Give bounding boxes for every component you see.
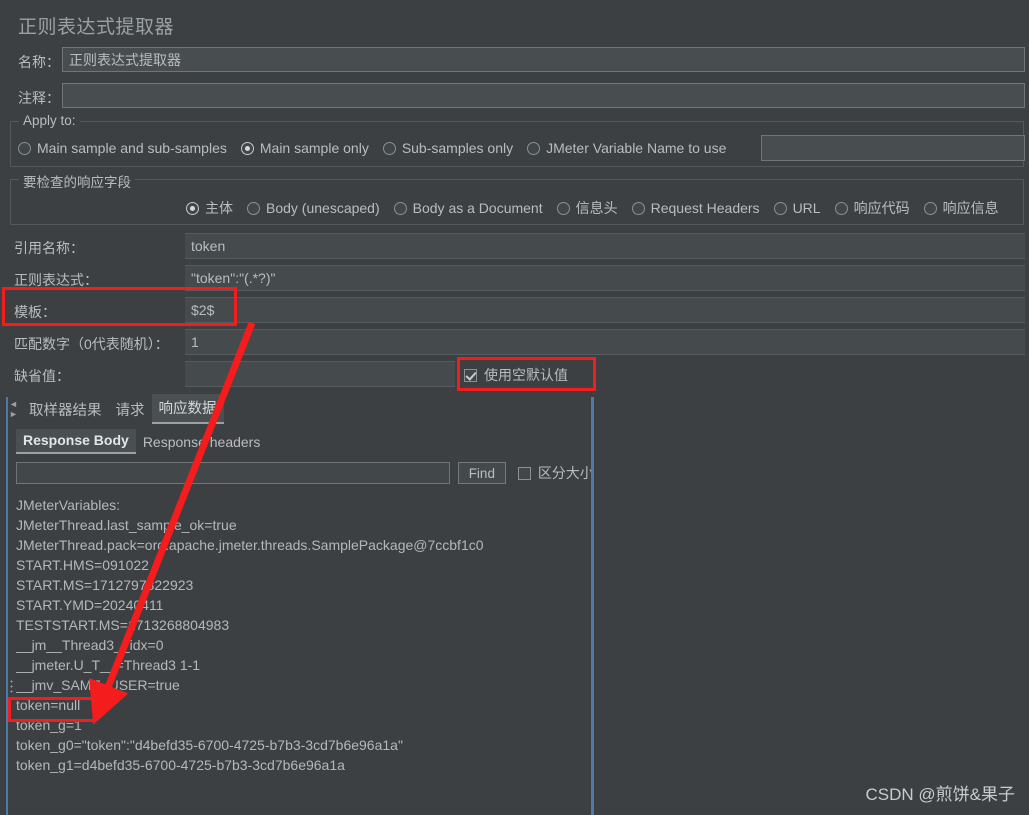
- radio-main-sample-only[interactable]: Main sample only: [240, 140, 369, 156]
- comment-input[interactable]: [62, 83, 1025, 108]
- radio-dot-icon: [631, 201, 645, 215]
- template-label: 模板：: [14, 304, 56, 320]
- apply-to-group-title: Apply to:: [19, 113, 80, 128]
- regex-input[interactable]: "token":"(.*?)": [185, 265, 1025, 291]
- radio-label: Request Headers: [650, 200, 760, 216]
- match-number-label: 匹配数字（0代表随机）：: [14, 336, 169, 352]
- response-field-group-title: 要检查的响应字段: [19, 171, 135, 191]
- radio-jmeter-variable-name[interactable]: JMeter Variable Name to use: [527, 140, 726, 156]
- checkbox-checked-icon: [464, 368, 477, 382]
- radio-label: 响应信息: [942, 200, 999, 216]
- name-label: 名称：: [18, 54, 60, 70]
- radio-main-sample-and-sub-samples[interactable]: Main sample and sub-samples: [18, 140, 227, 156]
- match-number-input[interactable]: 1: [185, 329, 1025, 355]
- radio-label: Main sample only: [259, 140, 369, 156]
- radio-request-headers[interactable]: Request Headers: [631, 200, 760, 216]
- radio-url[interactable]: URL: [773, 200, 821, 216]
- radio-body-unescaped[interactable]: Body (unescaped): [247, 200, 380, 216]
- scroll-grip-icon[interactable]: [10, 679, 13, 693]
- radio-dot-icon: [393, 201, 407, 215]
- radio-dot-icon: [247, 201, 260, 215]
- case-sensitive-label: 区分大小: [537, 465, 591, 481]
- regex-label: 正则表达式：: [14, 272, 98, 288]
- radio-dot-icon: [18, 141, 31, 155]
- radio-label: Sub-samples only: [401, 140, 514, 156]
- checkbox-icon: [517, 466, 531, 480]
- radio-label: URL: [792, 200, 821, 216]
- subtab-response-headers[interactable]: Response headers: [136, 431, 268, 454]
- use-empty-default-label: 使用空默认值: [484, 367, 568, 383]
- radio-headers[interactable]: 信息头: [556, 198, 618, 218]
- template-input[interactable]: $2$: [185, 297, 1025, 323]
- radio-dot-selected-icon: [240, 141, 254, 155]
- radio-label: Main sample and sub-samples: [37, 140, 227, 156]
- radio-label: Body (unescaped): [266, 200, 380, 216]
- radio-dot-icon: [773, 201, 787, 215]
- radio-label: 信息头: [575, 200, 618, 216]
- radio-dot-icon: [382, 141, 396, 155]
- results-panel: ◄ ► 取样器结果 请求 响应数据 Response Body Response …: [6, 394, 594, 815]
- tab-request[interactable]: 请求: [109, 396, 152, 424]
- reference-name-label: 引用名称：: [14, 240, 84, 256]
- tab-response-data[interactable]: 响应数据: [151, 394, 224, 424]
- subtab-response-body[interactable]: Response Body: [16, 429, 136, 454]
- find-button[interactable]: Find: [457, 462, 506, 484]
- page-title: 正则表达式提取器: [18, 17, 175, 38]
- radio-body-as-a-document[interactable]: Body as a Document: [393, 200, 543, 216]
- response-body-text: JMeterVariables: JMeterThread.last_sampl…: [16, 497, 484, 773]
- radio-dot-icon: [834, 201, 848, 215]
- comment-label: 注释：: [18, 90, 60, 106]
- radio-label: JMeter Variable Name to use: [546, 140, 727, 156]
- radio-label: Body as a Document: [412, 200, 543, 216]
- use-empty-default-checkbox[interactable]: 使用空默认值: [464, 365, 568, 385]
- radio-body[interactable]: 主体: [186, 198, 233, 218]
- radio-label: 主体: [205, 200, 233, 216]
- radio-label: 响应代码: [853, 200, 910, 216]
- radio-dot-icon: [556, 201, 570, 215]
- reference-name-input[interactable]: token: [185, 233, 1025, 259]
- default-value-label: 缺省值：: [14, 368, 70, 384]
- jmeter-variable-name-input[interactable]: [761, 135, 1025, 161]
- default-value-input[interactable]: [185, 361, 455, 387]
- radio-dot-selected-icon: [186, 201, 199, 215]
- case-sensitive-checkbox[interactable]: 区分大小: [517, 463, 591, 483]
- response-field-radio-group: 主体 Body (unescaped) Body as a Document 信…: [186, 198, 1013, 218]
- response-subtabstrip: Response Body Response headers: [8, 427, 591, 454]
- radio-sub-samples-only[interactable]: Sub-samples only: [382, 140, 514, 156]
- search-row: Find 区分大小: [16, 461, 591, 485]
- watermark: CSDN @煎饼&果子: [865, 785, 1016, 804]
- radio-response-code[interactable]: 响应代码: [834, 198, 910, 218]
- name-input[interactable]: 正则表达式提取器: [62, 47, 1025, 72]
- apply-to-radio-group: Main sample and sub-samples Main sample …: [18, 140, 740, 156]
- radio-dot-icon: [923, 201, 937, 215]
- radio-dot-icon: [527, 141, 541, 155]
- search-input[interactable]: [16, 462, 450, 484]
- tab-sampler-result[interactable]: 取样器结果: [22, 396, 109, 424]
- radio-response-message[interactable]: 响应信息: [923, 198, 999, 218]
- results-tabstrip: 取样器结果 请求 响应数据: [8, 394, 591, 424]
